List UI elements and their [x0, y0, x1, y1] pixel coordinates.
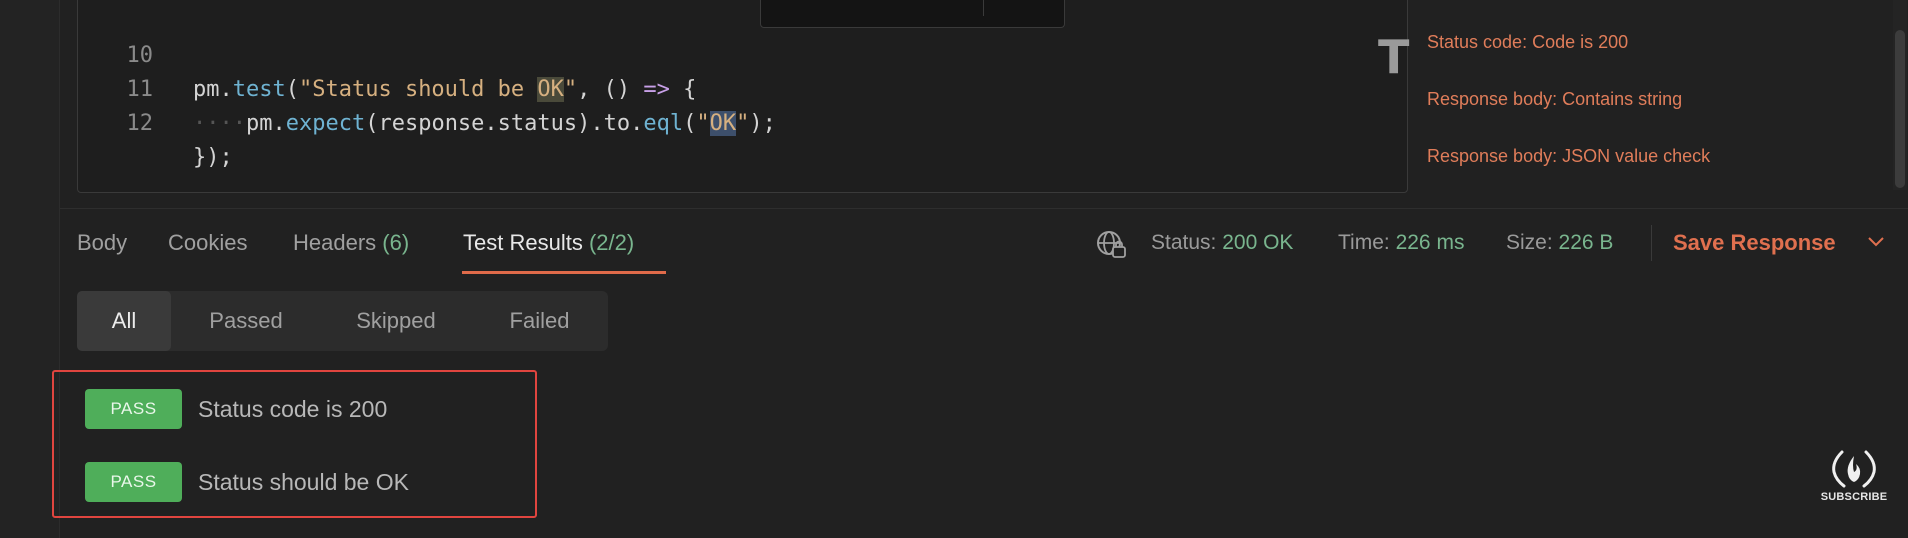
filter-skipped[interactable]: Skipped	[321, 291, 471, 351]
globe-lock-icon[interactable]	[1095, 228, 1127, 260]
status-value[interactable]: 200 OK	[1222, 231, 1293, 254]
pass-badge: PASS	[85, 389, 182, 429]
line-number: 12	[126, 111, 154, 136]
code-token: OK	[709, 111, 737, 136]
size-label: Size:	[1506, 231, 1553, 254]
snippet-link[interactable]: Status code: Code is 200	[1427, 32, 1628, 53]
script-editor[interactable]: 10 pm.test("Status should be OK", () => …	[77, 0, 1408, 193]
code-line[interactable]: 11 ····pm.expect(response.status).to.eql…	[78, 39, 1378, 136]
code-line[interactable]: 12 });	[78, 73, 1378, 170]
snippet-link[interactable]: Response body: JSON value check	[1427, 146, 1710, 167]
toolbar-divider	[1651, 225, 1652, 261]
time-readout: Time: 226 ms	[1338, 226, 1464, 260]
status-label: Status:	[1151, 231, 1217, 254]
tab-label: Body	[77, 230, 128, 255]
test-name: Status should be OK	[198, 469, 409, 495]
code-token: expect	[285, 111, 366, 136]
code-token: pm	[245, 111, 273, 136]
active-tab-indicator	[462, 271, 666, 274]
tab-count: (2/2)	[588, 230, 635, 255]
tab-count: (6)	[382, 230, 410, 255]
tab-label: Test Results	[463, 230, 583, 255]
code-token: (response.status).to.	[365, 111, 644, 136]
code-token: );	[749, 111, 776, 136]
chevron-down-icon[interactable]	[1867, 235, 1885, 249]
filter-failed[interactable]: Failed	[471, 291, 608, 351]
flame-logo-icon	[1832, 450, 1876, 488]
code-token: .	[272, 111, 286, 136]
app-window: 10 pm.test("Status should be OK", () => …	[0, 0, 1908, 538]
scrollbar-thumb[interactable]	[1895, 30, 1905, 188]
test-result-row: PASS Status code is 200	[85, 389, 525, 429]
snippets-panel: Status code: Code is 200 Response body: …	[1427, 0, 1897, 200]
code-text[interactable]: });	[193, 141, 233, 175]
code-token: eql	[643, 111, 684, 136]
tab-test-results[interactable]: Test Results (2/2)	[463, 226, 634, 260]
code-text[interactable]: ····pm.expect(response.status).to.eql("O…	[193, 107, 776, 141]
left-sidebar	[0, 0, 60, 538]
subscribe-label: SUBSCRIBE	[1820, 491, 1888, 503]
pass-badge: PASS	[85, 462, 182, 502]
time-label: Time:	[1338, 231, 1390, 254]
tab-body[interactable]: Body	[77, 226, 127, 260]
filter-passed[interactable]: Passed	[171, 291, 321, 351]
snippet-link[interactable]: Response body: Contains string	[1427, 89, 1682, 110]
code-line[interactable]: 10 pm.test("Status should be OK", () => …	[78, 5, 1378, 102]
code-token: "	[696, 111, 710, 136]
tab-label: Cookies	[168, 230, 248, 255]
status-readout: Status: 200 OK	[1151, 226, 1293, 260]
code-token: "	[736, 111, 750, 136]
test-results-list: PASS Status code is 200 PASS Status shou…	[52, 370, 537, 518]
result-filter-group: All Passed Skipped Failed	[77, 291, 608, 351]
text-cursor-icon: T	[1378, 30, 1410, 84]
snippets-scrollbar[interactable]	[1893, 0, 1907, 190]
code-token: });	[193, 145, 233, 170]
tab-headers[interactable]: Headers (6)	[293, 226, 409, 260]
size-value[interactable]: 226 B	[1559, 231, 1614, 254]
code-token: (	[683, 111, 697, 136]
tab-cookies[interactable]: Cookies	[168, 226, 247, 260]
panel-divider[interactable]	[60, 208, 1908, 209]
test-name: Status code is 200	[198, 396, 388, 422]
indent-guide: ····	[193, 111, 246, 136]
test-result-row: PASS Status should be OK	[85, 462, 525, 502]
time-value[interactable]: 226 ms	[1396, 231, 1465, 254]
size-readout: Size: 226 B	[1506, 226, 1613, 260]
tab-label: Headers	[293, 230, 377, 255]
popup-divider	[983, 0, 984, 16]
subscribe-watermark[interactable]: SUBSCRIBE	[1818, 448, 1890, 508]
filter-all[interactable]: All	[77, 291, 171, 351]
autocomplete-popup	[760, 0, 1065, 28]
save-response-button[interactable]: Save Response	[1673, 226, 1836, 260]
